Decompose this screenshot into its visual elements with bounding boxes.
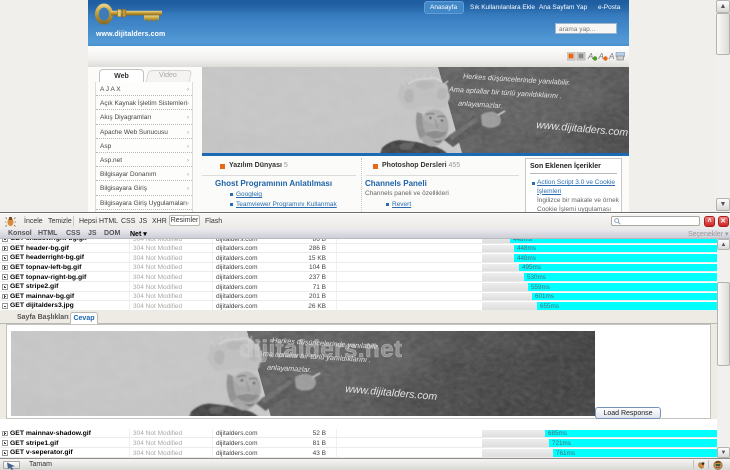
svg-text:A: A — [587, 52, 593, 61]
svg-text:A: A — [608, 52, 614, 61]
svg-text:A: A — [598, 52, 604, 61]
svg-text:dijitalders.net: dijitalders.net — [239, 336, 403, 363]
